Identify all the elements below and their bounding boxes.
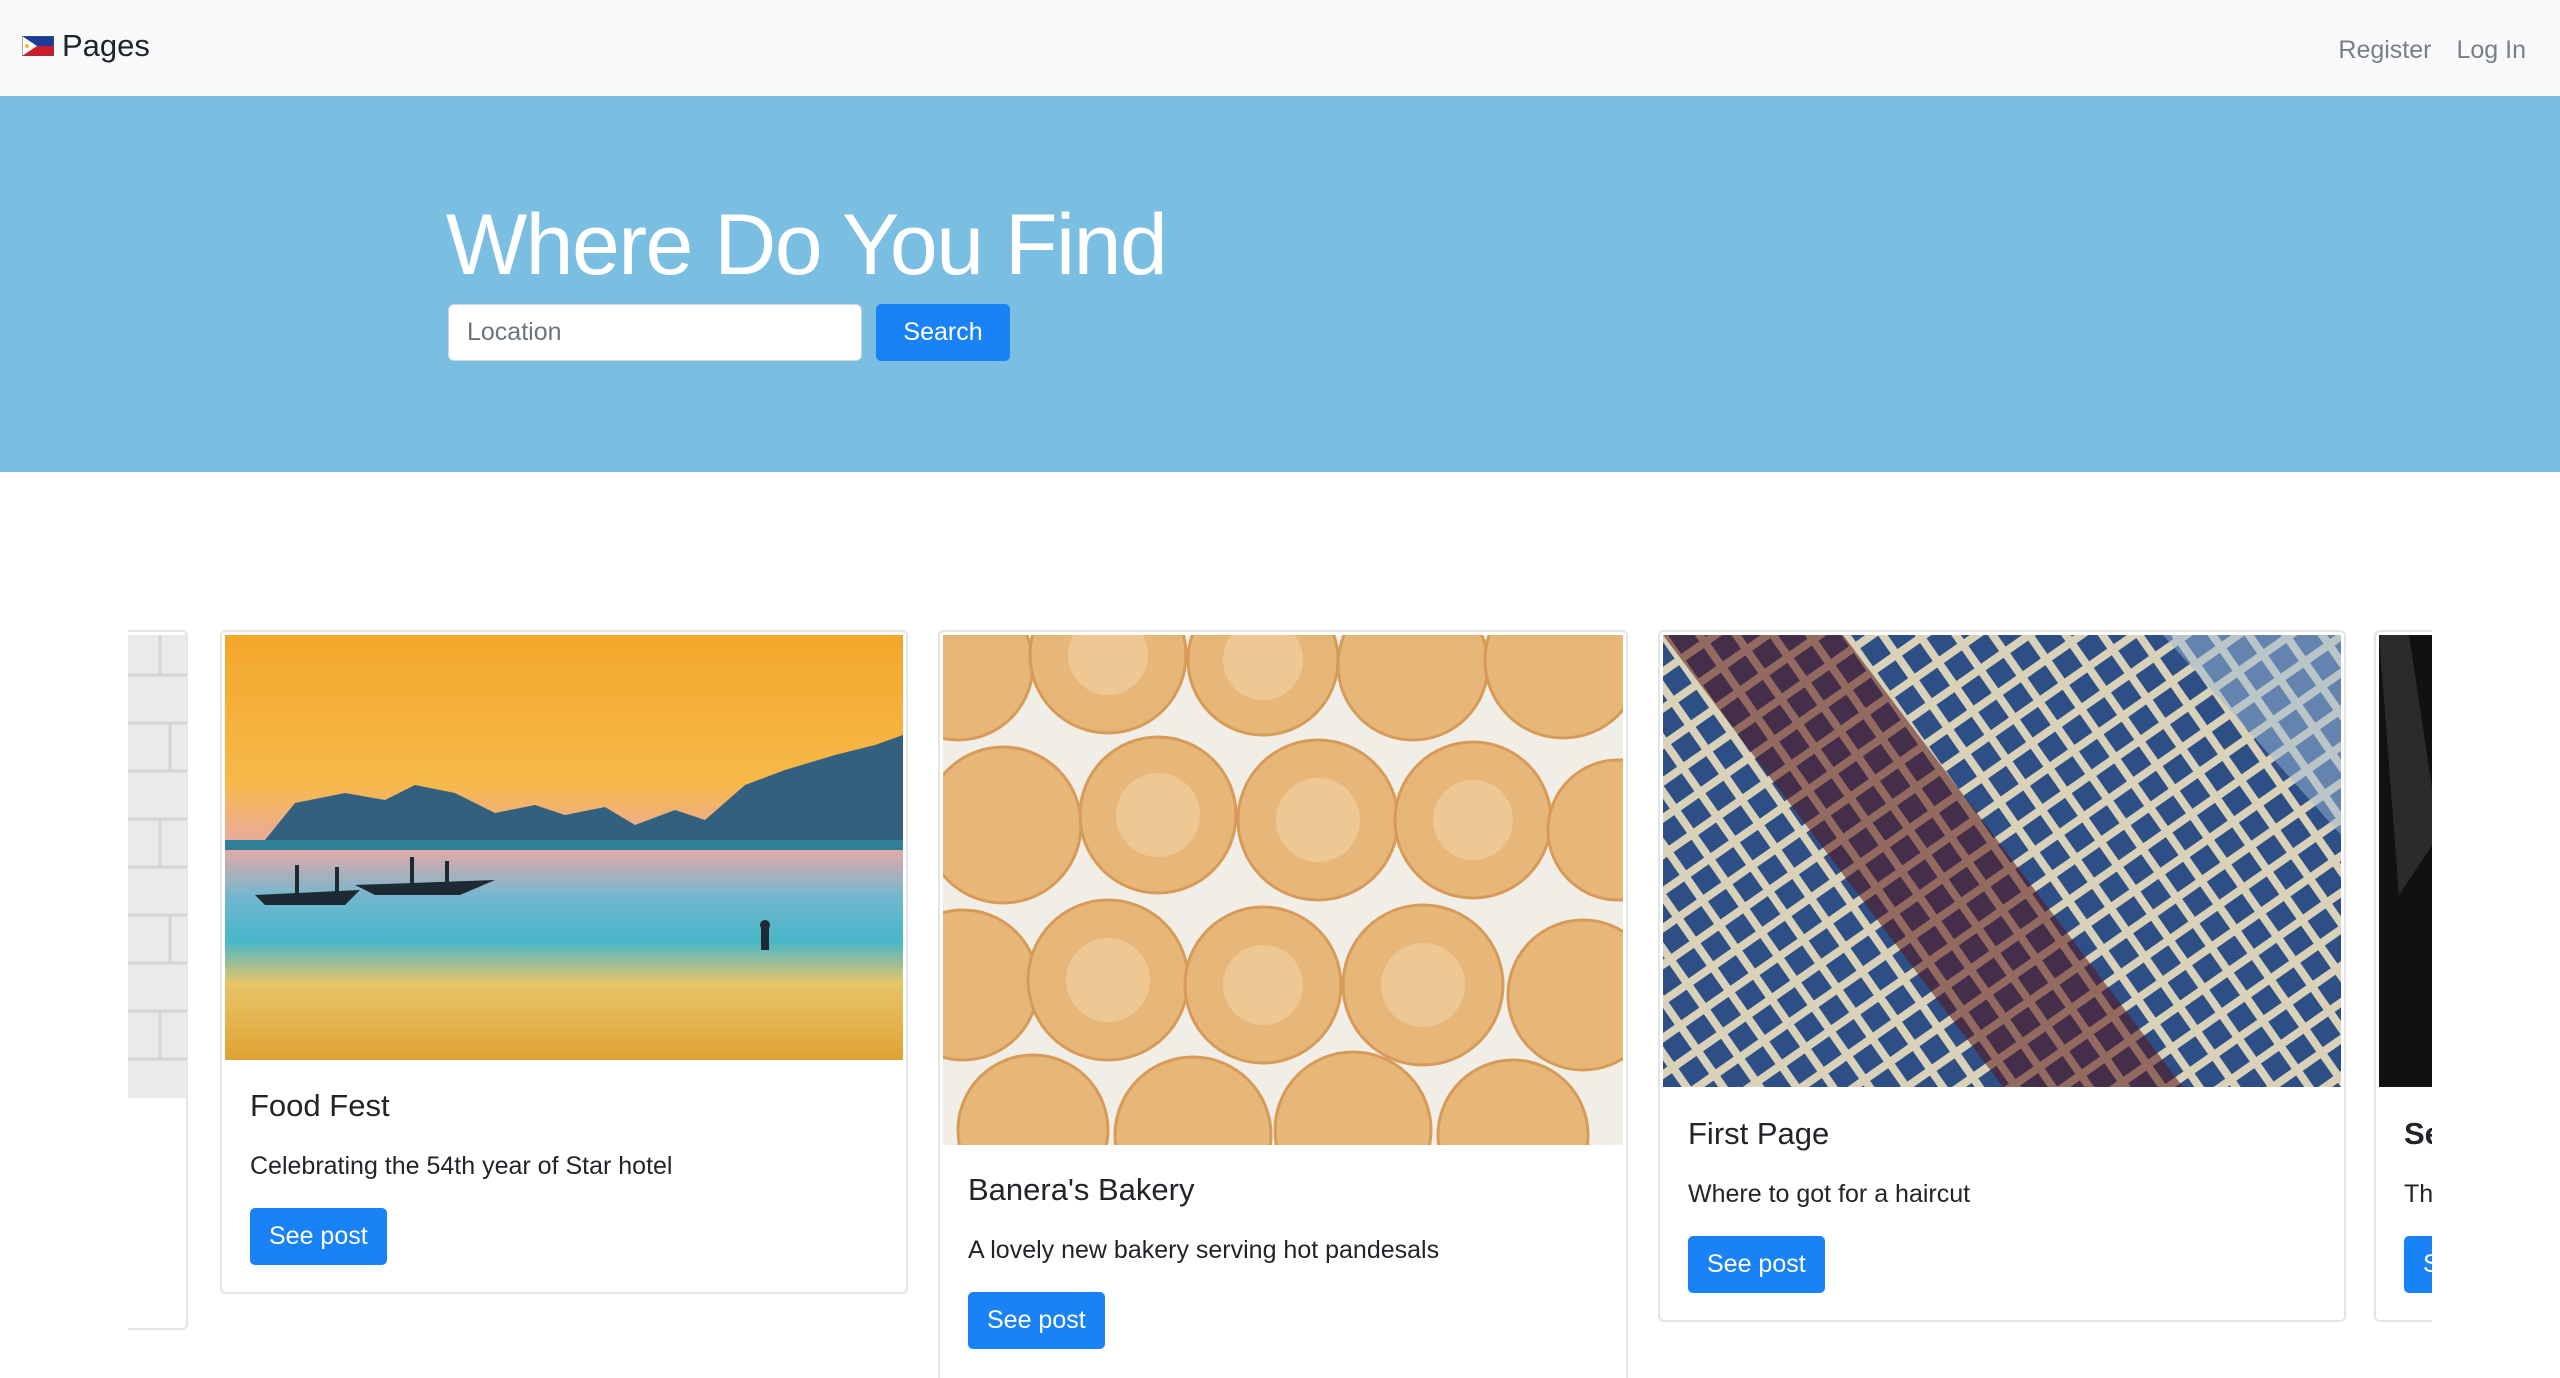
card-text: A lovely new bakery serving hot pandesal… xyxy=(968,1236,1440,1264)
post-card: Food Fest Celebrating the 54th year of S… xyxy=(220,630,908,1294)
card-title: First Page xyxy=(1688,1116,1830,1151)
see-post-button[interactable]: See post xyxy=(968,1292,1105,1349)
partial-card-left xyxy=(128,630,188,1330)
nav-links: Register Log In xyxy=(2338,36,2526,65)
see-post-button[interactable]: See post xyxy=(250,1208,387,1265)
card-text: Where to got for a haircut xyxy=(1688,1180,1971,1208)
dark-abstract-image xyxy=(2379,635,2432,1087)
see-post-button[interactable]: S xyxy=(2404,1236,2432,1293)
post-carousel[interactable]: Food Fest Celebrating the 54th year of S… xyxy=(128,628,2432,1378)
brand-link[interactable]: Pages xyxy=(22,28,150,64)
see-post-button[interactable]: See post xyxy=(1688,1236,1825,1293)
card-title: Food Fest xyxy=(250,1088,390,1123)
navbar: Pages Register Log In xyxy=(0,0,2560,97)
pandesal-image xyxy=(943,635,1623,1145)
post-card: Banera's Bakery A lovely new bakery serv… xyxy=(938,630,1628,1378)
card-title: Banera's Bakery xyxy=(968,1172,1195,1207)
register-link[interactable]: Register xyxy=(2338,36,2431,65)
brick-wall-image xyxy=(128,635,186,1098)
location-input[interactable] xyxy=(448,304,862,361)
hero-banner: Where Do You Find Search xyxy=(0,96,2560,472)
brand-name: Pages xyxy=(62,28,150,63)
search-button[interactable]: Search xyxy=(876,304,1010,361)
login-link[interactable]: Log In xyxy=(2456,36,2526,65)
card-text: Th xyxy=(2404,1180,2432,1208)
beach-sunset-image xyxy=(225,635,903,1060)
card-text: Celebrating the 54th year of Star hotel xyxy=(250,1152,673,1180)
hero-title: Where Do You Find xyxy=(446,197,1168,293)
building-facade-image xyxy=(1663,635,2341,1087)
card-title: Se xyxy=(2404,1116,2432,1151)
flag-icon xyxy=(22,36,54,56)
post-card: First Page Where to got for a haircut Se… xyxy=(1658,630,2346,1322)
partial-card-right: Se Th S xyxy=(2374,630,2432,1322)
